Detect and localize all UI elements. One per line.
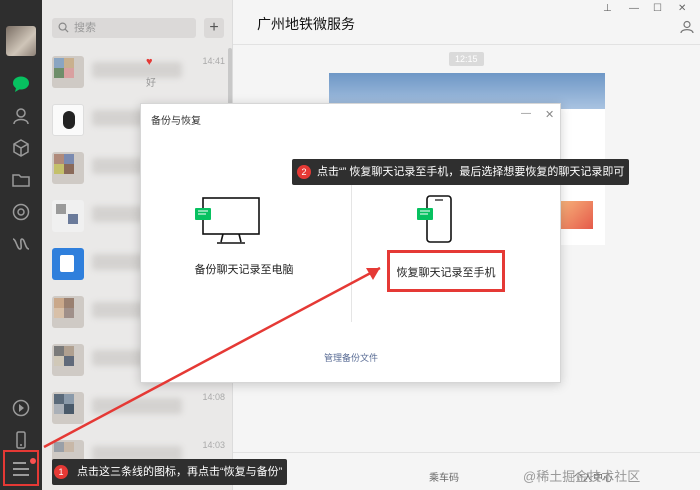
- chat-avatar: [52, 152, 84, 184]
- search-input[interactable]: [74, 18, 192, 38]
- message-time: 12:15: [449, 52, 484, 66]
- collections-icon[interactable]: [11, 138, 31, 158]
- service-menu: 乘车码 个人中心 @稀土掘金技术社区: [233, 452, 700, 490]
- chat-icon[interactable]: [11, 74, 31, 94]
- item-time: 14:08: [202, 392, 225, 402]
- list-item[interactable]: ♥ 14:41 好: [42, 48, 232, 96]
- chat-title: 广州地铁微服务: [257, 16, 355, 32]
- minimize-icon[interactable]: —: [629, 3, 639, 14]
- maximize-icon[interactable]: ☐: [653, 3, 662, 14]
- chat-avatar: [52, 392, 84, 424]
- notification-dot: [30, 458, 36, 464]
- dialog-title: 备份与恢复: [151, 116, 201, 127]
- search-box[interactable]: [52, 18, 196, 38]
- moments-icon[interactable]: [11, 202, 31, 222]
- article-thumbnail: [561, 201, 593, 229]
- menu-button[interactable]: [3, 450, 39, 486]
- minimize-icon[interactable]: —: [521, 108, 531, 119]
- blurred-name: [92, 62, 182, 78]
- step-1-tooltip: 点击这三条线的图标，再点击“恢复与备份”: [52, 459, 288, 485]
- item-time: 14:03: [202, 440, 225, 450]
- avatar[interactable]: [6, 26, 36, 56]
- item-preview: 好: [146, 78, 156, 89]
- mini-program-icon[interactable]: [11, 234, 31, 254]
- chat-avatar: [52, 56, 84, 88]
- channels-icon[interactable]: [11, 398, 31, 418]
- dialog-divider: [351, 162, 352, 322]
- chat-avatar: [52, 344, 84, 376]
- folder-icon[interactable]: [11, 170, 31, 190]
- close-icon[interactable]: ✕: [678, 3, 686, 14]
- backup-to-pc-button[interactable]: 备份聊天记录至电脑: [159, 261, 329, 277]
- menu-icon: [13, 462, 29, 476]
- close-icon[interactable]: ✕: [545, 108, 554, 121]
- chat-avatar: [52, 248, 84, 280]
- scrollbar[interactable]: [228, 48, 232, 108]
- item-time: 14:41: [202, 56, 225, 66]
- contacts-icon[interactable]: [11, 106, 31, 126]
- restore-to-phone-button[interactable]: 恢复聊天记录至手机: [387, 250, 505, 292]
- step-2-tooltip: 点击“” 恢复聊天记录至手机，最后选择想要恢复的聊天记录即可: [292, 159, 630, 185]
- blurred-name: [92, 398, 182, 414]
- pin-icon[interactable]: ⊥: [603, 3, 612, 14]
- heart-icon: ♥: [146, 56, 153, 68]
- add-button[interactable]: +: [204, 18, 224, 38]
- step-1-badge: 1: [54, 465, 68, 479]
- step-1-text: 点击这三条线的图标，再点击“恢复与备份”: [77, 466, 283, 478]
- phone-icon[interactable]: [11, 430, 31, 450]
- manage-backup-files-link[interactable]: 管理备份文件: [311, 351, 391, 364]
- list-item[interactable]: 14:08: [42, 384, 232, 432]
- profile-icon[interactable]: [680, 20, 694, 34]
- search-icon: [58, 22, 69, 33]
- chat-avatar: [52, 200, 84, 232]
- step-2-text: 点击“” 恢复聊天记录至手机，最后选择想要恢复的聊天记录即可: [317, 166, 625, 178]
- tab-ride-code[interactable]: 乘车码: [429, 469, 459, 484]
- chat-avatar: [52, 296, 84, 328]
- watermark: @稀土掘金技术社区: [523, 469, 641, 484]
- computer-icon[interactable]: [189, 196, 261, 246]
- nav-rail: [0, 0, 42, 490]
- header-divider: [233, 44, 700, 45]
- mobile-phone-icon[interactable]: [413, 194, 459, 246]
- restore-to-phone-label: 恢复聊天记录至手机: [396, 267, 496, 279]
- backup-restore-dialog: 备份与恢复 — ✕ 备份聊天记录至电脑 恢复聊天记录至手机 管理备份文件: [140, 103, 561, 383]
- chat-avatar: [52, 104, 84, 136]
- step-2-badge: 2: [297, 165, 311, 179]
